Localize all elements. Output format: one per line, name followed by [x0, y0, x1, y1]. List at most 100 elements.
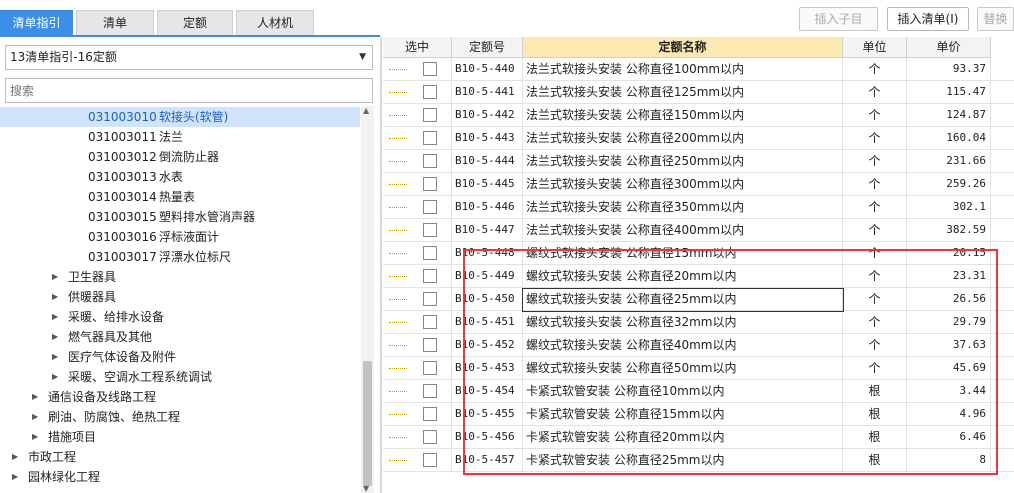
scrollbar-thumb[interactable]	[363, 361, 372, 486]
header-unit[interactable]: 单位	[843, 37, 907, 58]
guide-library-select[interactable]: 13清单指引-16定额 ▼	[5, 45, 373, 70]
table-row[interactable]: B10-5-442 法兰式软接头安装 公称直径150mm以内个 124.87	[383, 104, 1014, 127]
table-row[interactable]: B10-5-447 法兰式软接头安装 公称直径400mm以内个 382.59	[383, 219, 1014, 242]
quota-name[interactable]: 法兰式软接头安装 公称直径400mm以内	[523, 219, 843, 241]
quota-name[interactable]: 螺纹式软接头安装 公称直径40mm以内	[523, 334, 843, 356]
expand-arrow-icon[interactable]: ▶	[52, 287, 58, 307]
table-row[interactable]: B10-5-455 卡紧式软管安装 公称直径15mm以内根 4.96	[383, 403, 1014, 426]
insert-child-button[interactable]: 插入子目	[799, 7, 878, 31]
tree-item[interactable]: ▶ 通信设备及线路工程	[0, 387, 360, 407]
tree-item[interactable]: 031003012 倒流防止器	[0, 147, 360, 167]
tree-item[interactable]: ▶ 园林绿化工程	[0, 467, 360, 487]
tree-item[interactable]: 031003014 热量表	[0, 187, 360, 207]
search-input[interactable]	[5, 78, 373, 103]
row-checkbox[interactable]	[423, 131, 437, 145]
table-row[interactable]: B10-5-445 法兰式软接头安装 公称直径300mm以内个 259.26	[383, 173, 1014, 196]
table-row[interactable]: B10-5-449 螺纹式软接头安装 公称直径20mm以内个 23.31	[383, 265, 1014, 288]
tree-item[interactable]: ▶ 措施项目	[0, 427, 360, 447]
expand-arrow-icon[interactable]: ▶	[52, 307, 58, 327]
row-checkbox[interactable]	[423, 200, 437, 214]
quota-name[interactable]: 螺纹式软接头安装 公称直径25mm以内	[523, 288, 843, 310]
row-checkbox[interactable]	[423, 246, 437, 260]
row-checkbox[interactable]	[423, 361, 437, 375]
row-checkbox[interactable]	[423, 154, 437, 168]
scroll-down-icon[interactable]: ▼	[363, 484, 369, 493]
tree-item[interactable]: 031003010 软接头(软管)	[0, 107, 360, 127]
row-checkbox[interactable]	[423, 223, 437, 237]
expand-arrow-icon[interactable]: ▶	[32, 407, 38, 427]
quota-name[interactable]: 卡紧式软管安装 公称直径15mm以内	[523, 403, 843, 425]
expand-arrow-icon[interactable]: ▶	[52, 367, 58, 387]
quota-name[interactable]: 卡紧式软管安装 公称直径20mm以内	[523, 426, 843, 448]
scroll-up-icon[interactable]: ▲	[363, 106, 369, 115]
row-checkbox[interactable]	[423, 384, 437, 398]
table-row[interactable]: B10-5-457 卡紧式软管安装 公称直径25mm以内根 8	[383, 449, 1014, 472]
insert-list-button[interactable]: 插入清单(I)	[887, 7, 969, 31]
tab-list[interactable]: 清单	[76, 10, 154, 35]
row-checkbox[interactable]	[423, 108, 437, 122]
table-row[interactable]: B10-5-441 法兰式软接头安装 公称直径125mm以内个 115.47	[383, 81, 1014, 104]
header-name[interactable]: 定额名称	[523, 37, 843, 58]
row-checkbox[interactable]	[423, 338, 437, 352]
table-row[interactable]: B10-5-453 螺纹式软接头安装 公称直径50mm以内个 45.69	[383, 357, 1014, 380]
row-checkbox[interactable]	[423, 62, 437, 76]
quota-name[interactable]: 螺纹式软接头安装 公称直径15mm以内	[523, 242, 843, 264]
row-checkbox[interactable]	[423, 453, 437, 467]
tree-scrollbar[interactable]: ▲ ▼	[361, 106, 374, 493]
tab-quota[interactable]: 定额	[157, 10, 233, 35]
tree-item[interactable]: ▶ 燃气器具及其他	[0, 327, 360, 347]
quota-name[interactable]: 螺纹式软接头安装 公称直径20mm以内	[523, 265, 843, 287]
table-row[interactable]: B10-5-451 螺纹式软接头安装 公称直径32mm以内个 29.79	[383, 311, 1014, 334]
table-row[interactable]: B10-5-448 螺纹式软接头安装 公称直径15mm以内个 20.15	[383, 242, 1014, 265]
row-checkbox[interactable]	[423, 407, 437, 421]
expand-arrow-icon[interactable]: ▶	[52, 327, 58, 347]
table-row[interactable]: B10-5-452 螺纹式软接头安装 公称直径40mm以内个 37.63	[383, 334, 1014, 357]
quota-name[interactable]: 法兰式软接头安装 公称直径125mm以内	[523, 81, 843, 103]
quota-name[interactable]: 螺纹式软接头安装 公称直径32mm以内	[523, 311, 843, 333]
expand-arrow-icon[interactable]: ▶	[12, 447, 18, 467]
tree-item[interactable]: ▶ 市政工程	[0, 447, 360, 467]
quota-name[interactable]: 卡紧式软管安装 公称直径25mm以内	[523, 449, 843, 471]
tree-item[interactable]: 031003016 浮标液面计	[0, 227, 360, 247]
row-checkbox[interactable]	[423, 85, 437, 99]
quota-name[interactable]: 法兰式软接头安装 公称直径200mm以内	[523, 127, 843, 149]
quota-name[interactable]: 法兰式软接头安装 公称直径250mm以内	[523, 150, 843, 172]
tab-labor-material-machine[interactable]: 人材机	[236, 10, 314, 35]
quota-name[interactable]: 螺纹式软接头安装 公称直径50mm以内	[523, 357, 843, 379]
tree-item[interactable]: 031003011 法兰	[0, 127, 360, 147]
header-price[interactable]: 单价	[907, 37, 991, 58]
table-row[interactable]: B10-5-454 卡紧式软管安装 公称直径10mm以内根 3.44	[383, 380, 1014, 403]
tree-item[interactable]: ▶ 采暖、空调水工程系统调试	[0, 367, 360, 387]
tree-item[interactable]: ▶ 医疗气体设备及附件	[0, 347, 360, 367]
tree-item[interactable]: ▶ 供暖器具	[0, 287, 360, 307]
quota-name[interactable]: 法兰式软接头安装 公称直径150mm以内	[523, 104, 843, 126]
tree-item[interactable]: ▶ 卫生器具	[0, 267, 360, 287]
row-checkbox[interactable]	[423, 430, 437, 444]
tree-item[interactable]: 031003015 塑料排水管消声器	[0, 207, 360, 227]
tree-item[interactable]: ▶ 刷油、防腐蚀、绝热工程	[0, 407, 360, 427]
quota-name[interactable]: 法兰式软接头安装 公称直径300mm以内	[523, 173, 843, 195]
row-checkbox[interactable]	[423, 269, 437, 283]
table-row[interactable]: B10-5-450 螺纹式软接头安装 公称直径25mm以内个 26.56	[383, 288, 1014, 311]
replace-button[interactable]: 替换	[977, 7, 1014, 31]
tree-item[interactable]: 031003013 水表	[0, 167, 360, 187]
expand-arrow-icon[interactable]: ▶	[12, 467, 18, 487]
tree-item[interactable]: ▶ 采暖、给排水设备	[0, 307, 360, 327]
quota-name[interactable]: 法兰式软接头安装 公称直径100mm以内	[523, 58, 843, 80]
quota-name[interactable]: 卡紧式软管安装 公称直径10mm以内	[523, 380, 843, 402]
row-checkbox[interactable]	[423, 315, 437, 329]
row-checkbox[interactable]	[423, 177, 437, 191]
tab-list-guide[interactable]: 清单指引	[0, 10, 73, 35]
table-row[interactable]: B10-5-444 法兰式软接头安装 公称直径250mm以内个 231.66	[383, 150, 1014, 173]
expand-arrow-icon[interactable]: ▶	[32, 427, 38, 447]
table-row[interactable]: B10-5-456 卡紧式软管安装 公称直径20mm以内根 6.46	[383, 426, 1014, 449]
panel-splitter[interactable]	[380, 37, 382, 493]
table-row[interactable]: B10-5-446 法兰式软接头安装 公称直径350mm以内个 302.1	[383, 196, 1014, 219]
expand-arrow-icon[interactable]: ▶	[52, 347, 58, 367]
header-select[interactable]: 选中	[383, 37, 452, 58]
table-row[interactable]: B10-5-440 法兰式软接头安装 公称直径100mm以内个 93.37	[383, 58, 1014, 81]
expand-arrow-icon[interactable]: ▶	[32, 387, 38, 407]
row-checkbox[interactable]	[423, 292, 437, 306]
tree-item[interactable]: 031003017 浮漂水位标尺	[0, 247, 360, 267]
table-row[interactable]: B10-5-443 法兰式软接头安装 公称直径200mm以内个 160.04	[383, 127, 1014, 150]
